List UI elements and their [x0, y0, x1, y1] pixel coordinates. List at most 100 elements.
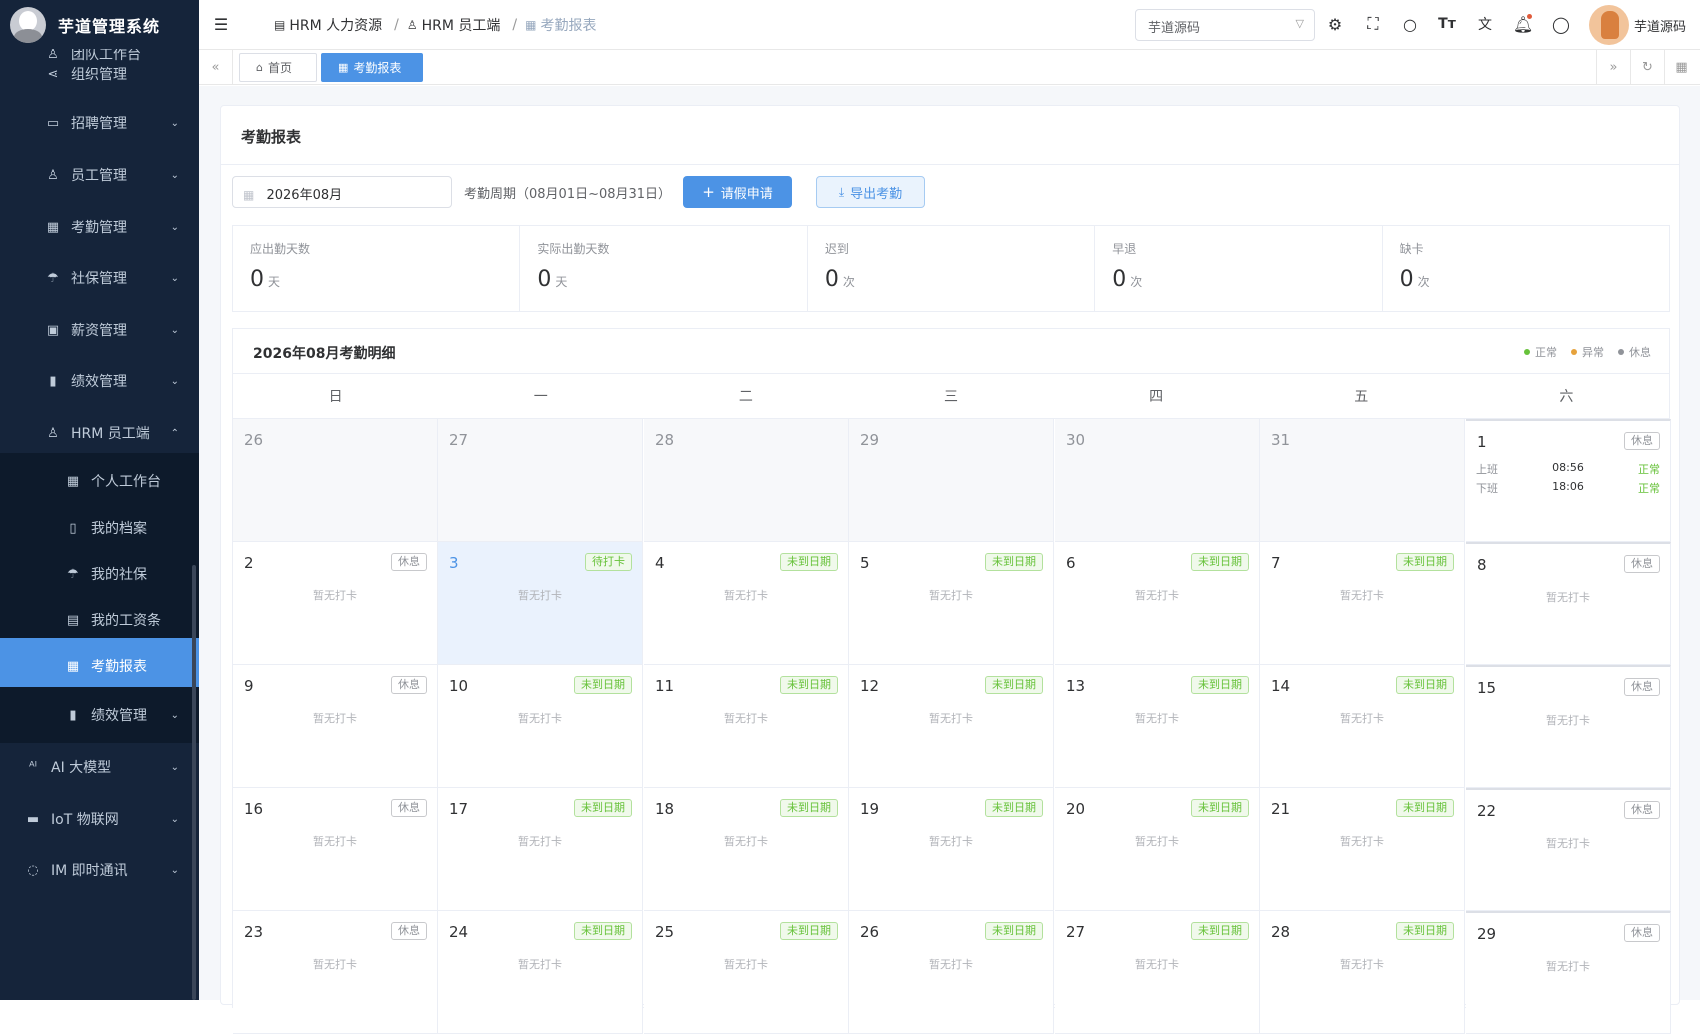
- ai-icon: ᴬᴵ: [28, 759, 37, 775]
- day-status-badge: 未到日期: [780, 922, 838, 940]
- calendar-day-cell[interactable]: 9 休息 暂无打卡: [233, 665, 438, 788]
- scroll-left-icon[interactable]: «: [199, 50, 233, 85]
- sidebar-scrollbar[interactable]: [192, 565, 196, 1000]
- sidebar-item-1[interactable]: ⋖ 组织管理: [0, 46, 199, 102]
- month-picker[interactable]: ▦ 2026年08月: [232, 176, 452, 208]
- calendar-day-cell[interactable]: 26 未到日期 暂无打卡: [849, 911, 1054, 1034]
- calendar-day-cell[interactable]: 27 未到日期 暂无打卡: [1055, 911, 1260, 1034]
- calendar-day-cell[interactable]: 16 休息 暂无打卡: [233, 788, 438, 911]
- search-icon[interactable]: ○: [1400, 14, 1420, 34]
- file-icon: ▯: [69, 520, 77, 536]
- tenant-select[interactable]: 芋道源码 ▽: [1135, 9, 1315, 41]
- user-avatar[interactable]: [1589, 5, 1629, 45]
- calendar-day-cell[interactable]: 12 未到日期 暂无打卡: [849, 665, 1054, 788]
- calendar-day-cell[interactable]: 13 未到日期 暂无打卡: [1055, 665, 1260, 788]
- sidebar-item-5[interactable]: ☂ 社保管理 ⌄: [0, 250, 199, 306]
- calendar-day-cell[interactable]: 11 未到日期 暂无打卡: [644, 665, 849, 788]
- refresh-icon[interactable]: ↻: [1630, 50, 1664, 85]
- calendar-day-cell[interactable]: 30: [1055, 419, 1260, 542]
- tab-attendance-report[interactable]: ▦ 考勤报表: [321, 53, 423, 82]
- calendar-day-cell[interactable]: 7 未到日期 暂无打卡: [1260, 542, 1465, 665]
- calendar-day-cell[interactable]: 27: [438, 419, 643, 542]
- calendar-day-cell[interactable]: 23 休息 暂无打卡: [233, 911, 438, 1034]
- building-icon: ▤: [274, 18, 286, 32]
- page-title: 考勤报表: [241, 128, 302, 146]
- settings-gear-icon[interactable]: ⚙: [1325, 14, 1345, 34]
- calendar-day-cell[interactable]: 31: [1260, 419, 1465, 542]
- calendar-day-cell[interactable]: 22 休息 暂无打卡: [1466, 788, 1671, 911]
- calendar-day-cell[interactable]: 14 未到日期 暂无打卡: [1260, 665, 1465, 788]
- breadcrumb-item-hrm[interactable]: HRM 人力资源: [289, 15, 382, 35]
- calendar-day-cell[interactable]: 20 未到日期 暂无打卡: [1055, 788, 1260, 911]
- calendar-day-cell[interactable]: 1 休息 上班 08:56 正常 下班 18:06 正常: [1466, 419, 1671, 542]
- app-logo[interactable]: 芋道管理系统: [0, 0, 199, 49]
- day-number: 12: [860, 677, 880, 695]
- calendar-day-cell[interactable]: 3 待打卡 暂无打卡: [438, 542, 643, 665]
- bell-icon[interactable]: 🔔︎: [1513, 14, 1533, 34]
- sidebar-item-6[interactable]: ▣ 薪资管理 ⌄: [0, 302, 199, 358]
- plus-icon: +: [702, 183, 715, 201]
- legend-item: 休息: [1618, 344, 1651, 360]
- menu-toggle-icon[interactable]: ☰: [211, 14, 231, 34]
- calendar-icon: ▦: [66, 473, 80, 489]
- tags-view-bar: « ⌂ 首页 ▦ 考勤报表 » ↻ ▦: [199, 50, 1700, 85]
- message-icon[interactable]: ◯: [1551, 14, 1571, 34]
- calendar-day-cell[interactable]: 5 未到日期 暂无打卡: [849, 542, 1054, 665]
- calendar-day-cell[interactable]: 29: [849, 419, 1054, 542]
- sidebar-item-2[interactable]: ▭ 招聘管理 ⌄: [0, 95, 199, 151]
- stat-label: 应出勤天数: [250, 242, 311, 256]
- tab-home[interactable]: ⌂ 首页: [239, 53, 317, 82]
- scroll-right-icon[interactable]: »: [1596, 50, 1630, 85]
- sidebar-item-16[interactable]: ▬ IoT 物联网 ⌄: [0, 791, 199, 847]
- calendar-day-cell[interactable]: 10 未到日期 暂无打卡: [438, 665, 643, 788]
- calendar-day-cell[interactable]: 21 未到日期 暂无打卡: [1260, 788, 1465, 911]
- chevron-down-icon: ⌄: [170, 761, 179, 773]
- calendar-day-cell[interactable]: 28 未到日期 暂无打卡: [1260, 911, 1465, 1034]
- sidebar-item-15[interactable]: ᴬᴵ AI 大模型 ⌄: [0, 739, 199, 795]
- clock-in-label: 上班: [1476, 463, 1498, 476]
- grid-menu-icon[interactable]: ▦: [1664, 50, 1698, 85]
- day-number: 14: [1271, 677, 1291, 695]
- translate-icon[interactable]: 文: [1475, 14, 1495, 34]
- sidebar-item-label: 个人工作台: [91, 474, 161, 490]
- calendar-day-cell[interactable]: 24 未到日期 暂无打卡: [438, 911, 643, 1034]
- sidebar-item-14[interactable]: ▮ 绩效管理 ⌄: [0, 687, 199, 743]
- export-attendance-button[interactable]: ⤓ 导出考勤: [816, 176, 925, 208]
- calendar-day-cell[interactable]: 17 未到日期 暂无打卡: [438, 788, 643, 911]
- sidebar-item-label: 我的档案: [91, 521, 147, 537]
- calendar-day-cell[interactable]: 2 休息 暂无打卡: [233, 542, 438, 665]
- sidebar-item-7[interactable]: ▮ 绩效管理 ⌄: [0, 353, 199, 409]
- no-punch-text: 暂无打卡: [518, 589, 562, 602]
- bar-chart-icon: ▮: [69, 707, 77, 723]
- day-status-badge: 未到日期: [1396, 922, 1454, 940]
- calendar-day-cell[interactable]: 6 未到日期 暂无打卡: [1055, 542, 1260, 665]
- sidebar-item-13[interactable]: ▦ 考勤报表: [0, 638, 199, 694]
- calendar-day-cell[interactable]: 25 未到日期 暂无打卡: [644, 911, 849, 1034]
- day-number: 30: [1066, 431, 1086, 449]
- no-punch-text: 暂无打卡: [1135, 835, 1179, 848]
- font-size-icon[interactable]: Tт: [1437, 14, 1457, 34]
- breadcrumb-item-employee[interactable]: HRM 员工端: [422, 15, 501, 35]
- leave-request-button[interactable]: + 请假申请: [683, 176, 792, 208]
- calendar-day-cell[interactable]: 15 休息 暂无打卡: [1466, 665, 1671, 788]
- calendar-day-cell[interactable]: 19 未到日期 暂无打卡: [849, 788, 1054, 911]
- stat-label: 实际出勤天数: [537, 242, 610, 256]
- calendar-icon: ▦: [338, 61, 349, 74]
- sidebar-item-label: 我的社保: [91, 567, 147, 583]
- fullscreen-icon[interactable]: ⛶: [1363, 14, 1383, 34]
- day-number: 29: [1477, 925, 1497, 943]
- calendar-icon: ▦: [46, 219, 60, 235]
- calendar-day-cell[interactable]: 8 休息 暂无打卡: [1466, 542, 1671, 665]
- calendar-day-cell[interactable]: 18 未到日期 暂无打卡: [644, 788, 849, 911]
- calendar-title: 2026年08月考勤明细: [253, 346, 396, 362]
- no-punch-text: 暂无打卡: [1340, 958, 1384, 971]
- calendar-day-cell[interactable]: 4 未到日期 暂无打卡: [644, 542, 849, 665]
- no-punch-text: 暂无打卡: [724, 958, 768, 971]
- calendar-day-cell[interactable]: 26: [233, 419, 438, 542]
- sidebar-item-4[interactable]: ▦ 考勤管理 ⌄: [0, 199, 199, 255]
- calendar-day-cell[interactable]: 29 休息 暂无打卡: [1466, 911, 1671, 1034]
- sidebar-item-17[interactable]: ◌ IM 即时通讯 ⌄: [0, 842, 199, 898]
- user-name[interactable]: 芋道源码: [1634, 16, 1686, 35]
- sidebar-item-3[interactable]: ♙ 员工管理 ⌄: [0, 147, 199, 203]
- calendar-day-cell[interactable]: 28: [644, 419, 849, 542]
